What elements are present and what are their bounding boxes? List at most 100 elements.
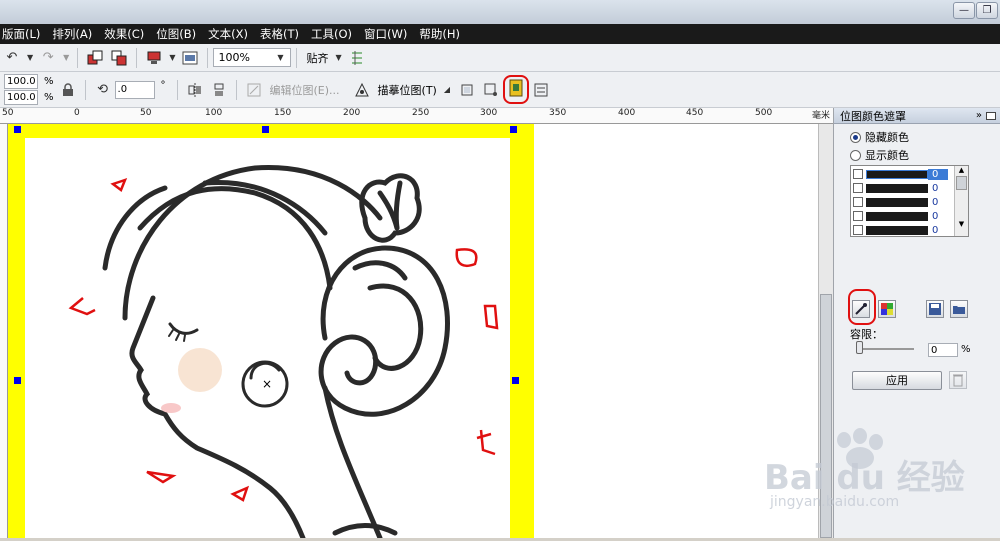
resample-icon[interactable] (481, 80, 501, 100)
ruler-label: 50 (2, 108, 14, 118)
selection-handle[interactable] (14, 377, 21, 384)
menu-effects[interactable]: 效果(C) (102, 26, 154, 42)
girl-line-art-illustration: × (68, 165, 499, 541)
chevron-down-icon: ▼ (277, 53, 284, 62)
rotation-angle-input[interactable]: .0 (114, 80, 155, 99)
minimize-button[interactable]: — (953, 2, 975, 19)
scale-width-input[interactable]: 100.0 (4, 74, 38, 89)
edit-bitmap-button[interactable]: 编辑位图(E)... (270, 82, 340, 98)
menu-table[interactable]: 表格(T) (258, 26, 309, 42)
redo-dropdown-icon[interactable]: ▼ (63, 53, 69, 62)
selection-handle[interactable] (510, 126, 517, 133)
menu-layout[interactable]: 版面(L) (0, 26, 50, 42)
tolerance-slider-thumb[interactable] (856, 341, 863, 354)
undo-icon[interactable]: ↶ (2, 48, 22, 68)
application-launcher-icon[interactable] (144, 48, 164, 68)
open-mask-button[interactable] (950, 300, 968, 318)
bitmap-color-mask-button[interactable] (503, 75, 530, 104)
delete-color-button[interactable] (949, 371, 967, 389)
docker-close-icon[interactable] (986, 111, 996, 120)
snap-to-label[interactable]: 贴齐 (306, 50, 328, 66)
menu-bitmaps[interactable]: 位图(B) (154, 26, 206, 42)
scroll-up-icon[interactable]: ▲ (955, 166, 968, 174)
menubar: 版面(L) 排列(A) 效果(C) 位图(B) 文本(X) 表格(T) 工具(O… (0, 24, 1000, 44)
edit-color-button[interactable] (878, 300, 896, 318)
color-list-scrollbar[interactable]: ▲ ▼ (954, 166, 968, 236)
trace-bitmap-icon[interactable] (352, 80, 372, 100)
color-checkbox[interactable] (853, 211, 863, 221)
color-swatch (866, 197, 928, 207)
ruler-label: 300 (480, 108, 498, 118)
launcher-dropdown-icon[interactable]: ▼ (169, 53, 175, 62)
apply-button[interactable]: 应用 (852, 371, 942, 390)
tolerance-slider-track[interactable] (856, 348, 914, 350)
color-swatch (866, 183, 928, 193)
restore-button[interactable]: ❐ (976, 2, 998, 19)
list-item[interactable]: 0 (851, 181, 955, 195)
object-center-marker: × (262, 377, 272, 391)
standard-toolbar: ↶ ▼ ↷ ▼ ▼ 100% ▼ 贴齐 ▼ (0, 44, 1000, 72)
color-swatch (866, 169, 928, 179)
trace-bitmap-button[interactable]: 描摹位图(T) (378, 82, 437, 98)
mirror-vertical-icon[interactable] (209, 80, 229, 100)
color-checkbox[interactable] (853, 197, 863, 207)
ruler-label: 350 (549, 108, 567, 118)
horizontal-ruler[interactable]: 50 0 50 100 150 200 250 300 350 400 450 … (0, 108, 833, 124)
selection-handle[interactable] (262, 126, 269, 133)
import-icon[interactable] (85, 48, 105, 68)
ruler-label: 250 (412, 108, 430, 118)
mirror-horizontal-icon[interactable] (185, 80, 205, 100)
separator (235, 79, 237, 100)
tolerance-input[interactable]: 0 (928, 343, 958, 357)
separator (84, 79, 86, 100)
color-palette-icon (881, 303, 893, 315)
list-item[interactable]: 0 (851, 223, 955, 237)
redo-icon[interactable]: ↷ (38, 48, 58, 68)
export-icon[interactable] (109, 48, 129, 68)
scroll-down-icon[interactable]: ▼ (955, 220, 968, 228)
menu-help[interactable]: 帮助(H) (417, 26, 470, 42)
docker-collapse-icon[interactable]: » (976, 110, 982, 121)
welcome-screen-icon[interactable] (180, 48, 200, 68)
edit-bitmap-icon[interactable] (244, 80, 264, 100)
undo-dropdown-icon[interactable]: ▼ (27, 53, 33, 62)
crop-bitmap-icon[interactable] (457, 80, 477, 100)
bitmap-color-mask-icon (509, 79, 523, 97)
snap-options-icon[interactable] (347, 48, 367, 68)
color-list-scroll-thumb[interactable] (956, 176, 967, 190)
menu-text[interactable]: 文本(X) (206, 26, 258, 42)
bitmap-image[interactable]: × (25, 138, 510, 541)
vertical-ruler[interactable] (0, 124, 8, 538)
show-colors-radio[interactable]: 显示颜色 (850, 147, 909, 163)
trace-dropdown-icon[interactable]: ◢ (444, 85, 450, 94)
mask-color-list[interactable]: 0 0 0 0 0 ▲ ▼ (850, 165, 969, 237)
ruler-label: 50 (140, 108, 152, 118)
save-mask-button[interactable] (926, 300, 944, 318)
selection-handle[interactable] (14, 126, 21, 133)
list-item[interactable]: 0 (851, 195, 955, 209)
menu-arrange[interactable]: 排列(A) (50, 26, 102, 42)
bitmap-options-icon[interactable] (531, 80, 551, 100)
separator (207, 47, 209, 68)
color-checkbox[interactable] (853, 169, 863, 179)
color-selector-button[interactable] (852, 300, 870, 318)
list-item[interactable]: 0 (851, 167, 955, 181)
color-tolerance-value: 0 (932, 210, 939, 222)
lock-ratio-icon[interactable] (58, 80, 78, 100)
color-tolerance-value: 0 (932, 182, 939, 194)
color-checkbox[interactable] (853, 225, 863, 235)
list-item[interactable]: 0 (851, 209, 955, 223)
scale-height-input[interactable]: 100.0 (4, 90, 38, 105)
zoom-level-combo[interactable]: 100% ▼ (213, 48, 292, 67)
selection-handle[interactable] (512, 377, 519, 384)
drawing-canvas[interactable]: × (8, 124, 818, 541)
color-checkbox[interactable] (853, 183, 863, 193)
scale-group: 100.0 % 100.0 % (4, 74, 54, 105)
docker-title: 位图颜色遮罩 (840, 109, 906, 123)
menu-tools[interactable]: 工具(O) (309, 26, 362, 42)
menu-window[interactable]: 窗口(W) (362, 26, 417, 42)
ruler-label: 400 (618, 108, 636, 118)
hide-colors-radio[interactable]: 隐藏颜色 (850, 129, 909, 145)
tolerance-label: 容限： (850, 328, 883, 341)
snap-dropdown-icon[interactable]: ▼ (335, 53, 341, 62)
